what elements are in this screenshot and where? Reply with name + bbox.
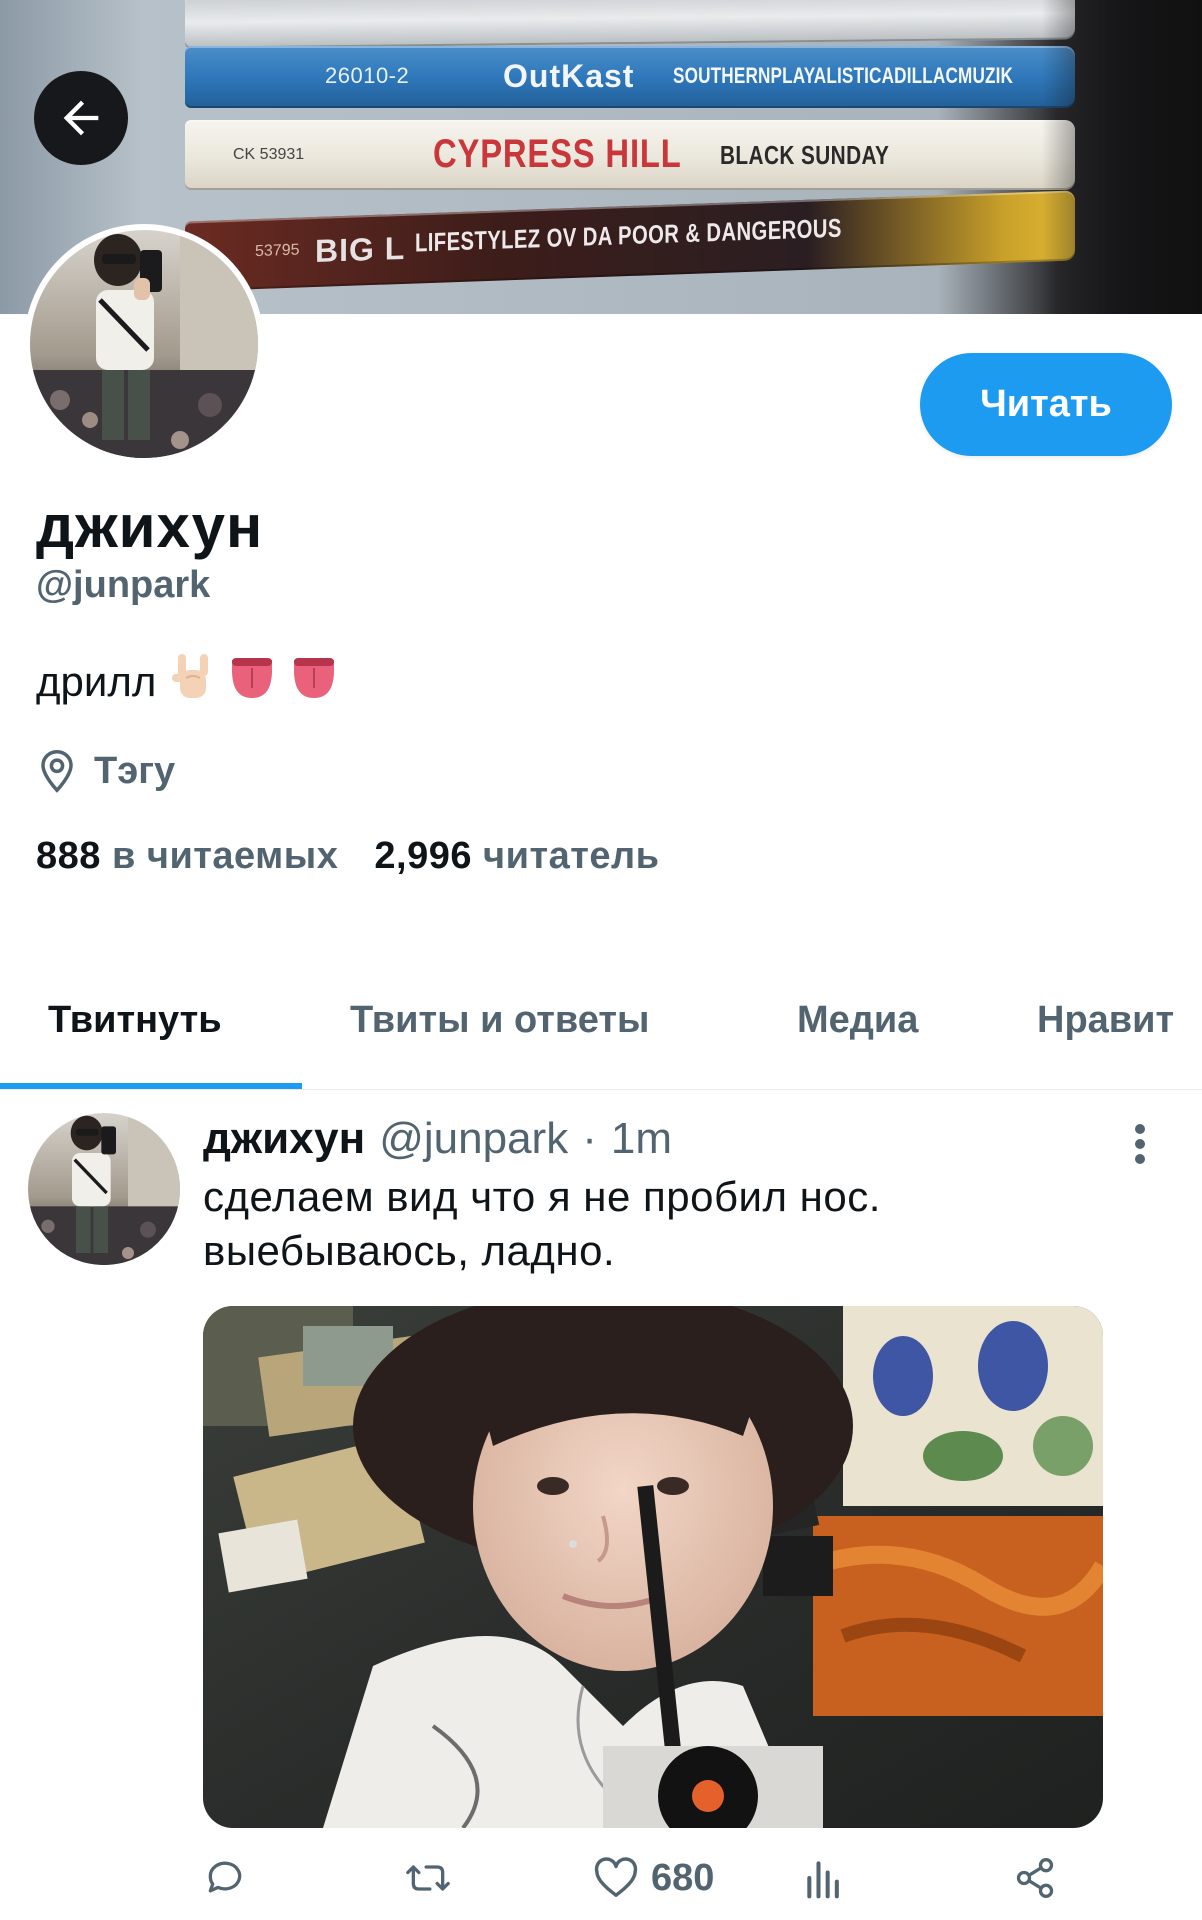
cd-catalog-number: 53795 [255,241,300,261]
analytics-icon [807,1861,839,1899]
tweet-author-handle[interactable]: @junpark [379,1114,568,1164]
tweet-actions: 680 [203,1838,1103,1918]
followers-count: 2,996 [374,835,472,877]
avatar-photo [28,1113,180,1265]
tweet-header: джихун @junpark · 1m [203,1114,672,1164]
profile-location: Тэгу [36,748,175,794]
followers-label: читатель [483,835,660,877]
banner-shadow [1042,0,1202,314]
following-count: 888 [36,835,101,877]
reply-button[interactable] [203,1838,247,1918]
tweet-text-line: сделаем вид что я не пробил нос. [203,1173,881,1220]
views-button[interactable] [803,1838,845,1918]
share-icon [1016,1858,1054,1898]
tab-media[interactable]: Медиа [797,960,918,1080]
profile-tabs: Твитнуть Твиты и ответы Медиа Нравит [0,960,1202,1090]
tab-tweets-and-replies[interactable]: Твиты и ответы [350,960,649,1080]
location-text: Тэгу [94,749,176,792]
cd-artist-outkast: OutKast [503,58,635,94]
profile-avatar[interactable] [24,224,264,464]
share-button[interactable] [1013,1838,1057,1918]
profile-display-name: джихун [36,493,264,560]
cd-case-top [185,0,1075,49]
following-label: в читаемых [111,835,339,877]
profile-handle: @junpark [36,564,211,606]
cd-case-cypress-hill: CK 53931 CYPRESS HILL BLACK SUNDAY [185,120,1075,190]
tongue-emoji-icon [228,654,276,710]
reply-icon [208,1861,242,1893]
profile-bio: дрилл [36,652,338,712]
back-button[interactable] [34,71,128,165]
tab-tweets[interactable]: Твитнуть [48,960,222,1080]
tabs-divider [0,1089,1202,1090]
follow-button[interactable]: Читать [920,353,1172,456]
tweet-author-avatar[interactable] [28,1113,180,1265]
tweet-text-line: выебываюсь, ладно. [203,1227,616,1274]
retweet-button[interactable] [403,1838,453,1918]
cd-catalog-number: 26010-2 [325,63,410,88]
retweet-icon [406,1865,450,1891]
location-pin-icon [41,749,73,793]
bio-text: дрилл [36,658,157,705]
cd-album-title: SOUTHERNPLAYALISTICADILLACMUZIK [673,63,1014,88]
tweet-author-name[interactable]: джихун [203,1114,365,1164]
tweet-media-image[interactable] [203,1306,1103,1828]
heart-icon [594,1857,638,1897]
followers-link[interactable]: 2,996 читатель [374,835,659,878]
selfie-photo [203,1306,1103,1828]
cd-album-title: BLACK SUNDAY [720,140,890,170]
following-link[interactable]: 888 в читаемых [36,835,338,878]
profile-stats: 888 в читаемых 2,996 читатель [36,835,659,878]
tab-likes[interactable]: Нравит [1037,960,1174,1080]
tongue-emoji-icon [290,654,338,710]
tweet-separator: · [582,1114,597,1163]
arrow-left-icon [63,100,99,136]
avatar-photo [30,230,258,458]
cd-case-outkast: 26010-2 OutKast SOUTHERNPLAYALISTICADILL… [185,46,1075,108]
cd-artist-big-l: BIG L [315,229,406,270]
cd-album-title: LIFESTYLEZ OV DA POOR & DANGEROUS [415,212,842,258]
tweet-text: сделаем вид что я не пробил нос. выебыва… [203,1170,1123,1278]
cd-case-big-l: 53795 BIG L LIFESTYLEZ OV DA POOR & DANG… [185,190,1075,292]
tweet-timestamp[interactable]: 1m [611,1114,672,1164]
cd-catalog-number: CK 53931 [233,146,305,163]
like-button[interactable]: 680 [593,1838,714,1918]
more-vertical-icon[interactable] [1118,1118,1162,1170]
horns-emoji-icon [170,652,214,712]
cd-artist-cypress-hill: CYPRESS HILL [433,132,682,176]
like-count: 680 [651,1856,715,1899]
